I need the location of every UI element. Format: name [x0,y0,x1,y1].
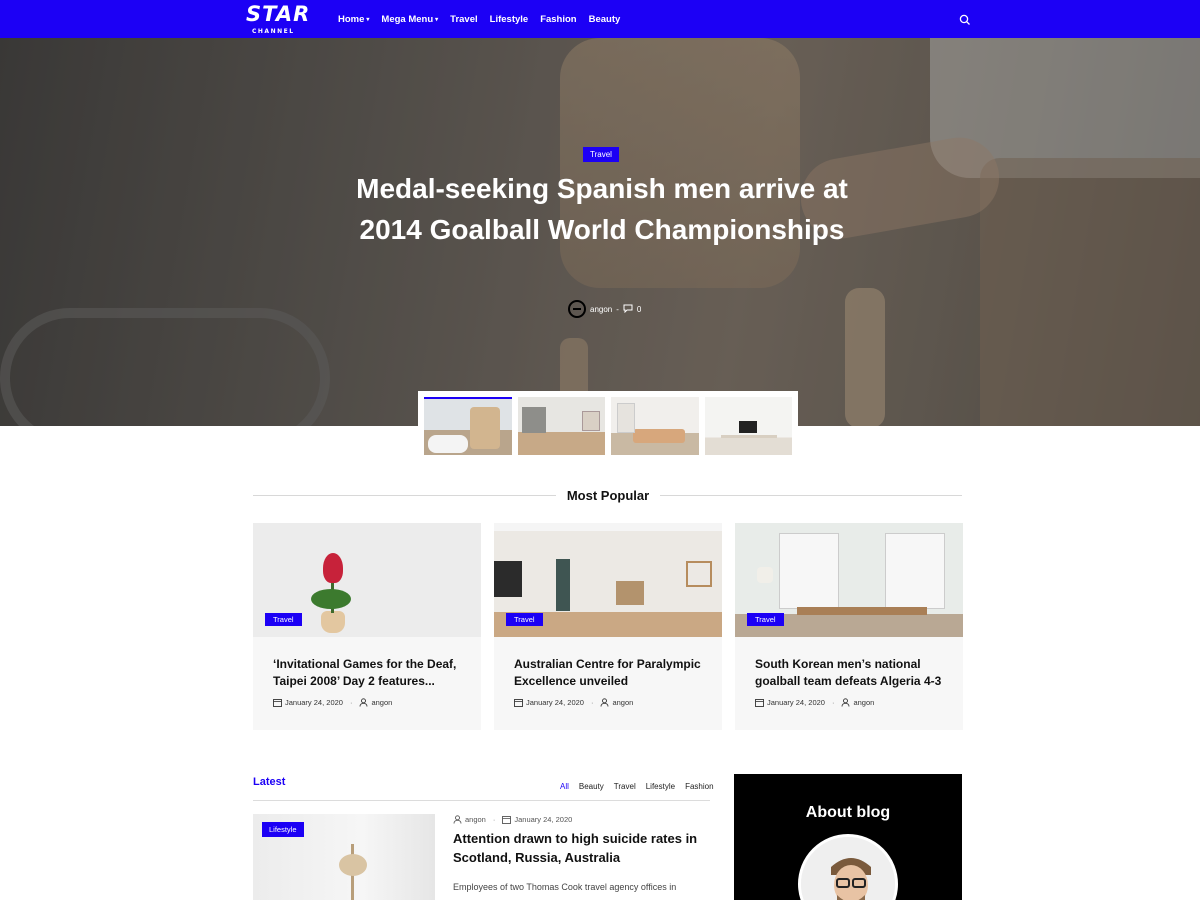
nav-label: Travel [450,13,478,25]
nav-item-lifestyle[interactable]: Lifestyle [490,14,529,25]
about-blog-title: About blog [805,804,891,821]
calendar-icon [755,698,764,707]
latest-post-title[interactable]: Attention drawn to high suicide rates in… [453,829,713,867]
hero-thumbnail-4[interactable] [704,397,792,455]
popular-card-title[interactable]: South Korean men’s national goalball tea… [755,656,951,690]
latest-filter-tabs: All Beauty Travel Lifestyle Fashion [560,782,714,791]
meta-separator: · [349,698,353,707]
user-icon [600,698,609,707]
comment-icon [623,304,633,315]
card-date: January 24, 2020 [767,698,825,707]
meta-separator: · [831,698,835,707]
card-meta: January 24, 2020 · angon [273,698,392,707]
nav-label: Home [338,13,365,25]
category-badge[interactable]: Travel [747,613,784,626]
chevron-down-icon: ▾ [435,16,439,23]
category-badge[interactable]: Travel [506,613,543,626]
card-author[interactable]: angon [853,698,874,707]
logo-subtext: CHANNEL [252,28,295,35]
hero-meta-separator: - [616,304,619,314]
avatar [798,834,898,900]
search-icon[interactable] [958,12,972,26]
card-meta: January 24, 2020 · angon [514,698,633,707]
author-avatar[interactable] [568,300,586,318]
popular-card-2: Travel Australian Centre for Paralympic … [494,523,722,730]
logo-text: STAR [246,2,311,26]
site-logo[interactable]: STAR CHANNEL [246,2,320,38]
hero-thumbnail-2[interactable] [517,397,605,455]
latest-divider [253,800,710,801]
section-divider [660,495,962,496]
calendar-icon [502,815,512,824]
main-nav: Home ▾ Mega Menu ▾ Travel Lifestyle Fash… [338,0,620,38]
about-blog-widget: About blog [734,774,962,900]
most-popular-title: Most Popular [566,488,650,503]
site-header: STAR CHANNEL Home ▾ Mega Menu ▾ Travel L… [0,0,1200,38]
section-divider [253,495,556,496]
popular-card-3: Travel South Korean men’s national goalb… [735,523,963,730]
card-author[interactable]: angon [612,698,633,707]
nav-label: Beauty [588,13,621,25]
post-author[interactable]: angon [465,815,486,824]
user-icon [453,815,462,824]
popular-card-1: Travel ‘Invitational Games for the Deaf,… [253,523,481,730]
chevron-down-icon: ▾ [366,16,370,23]
hero-thumbnail-1[interactable] [424,397,512,455]
tab-lifestyle[interactable]: Lifestyle [646,782,675,791]
tab-all[interactable]: All [560,782,569,791]
nav-item-mega-menu[interactable]: Mega Menu ▾ [381,14,438,25]
hero-comment-count[interactable]: 0 [637,305,641,314]
hero-title[interactable]: Medal-seeking Spanish men arrive at 2014… [350,168,854,250]
category-badge[interactable]: Travel [265,613,302,626]
tab-fashion[interactable]: Fashion [685,782,713,791]
hero-slider: Travel Medal-seeking Spanish men arrive … [0,38,1200,426]
meta-separator: · [590,698,594,707]
tab-travel[interactable]: Travel [614,782,636,791]
calendar-icon [514,698,523,707]
nav-label: Fashion [540,13,577,25]
latest-post-excerpt: Employees of two Thomas Cook travel agen… [453,882,677,892]
popular-card-title[interactable]: Australian Centre for Paralympic Excelle… [514,656,710,690]
card-author[interactable]: angon [371,698,392,707]
nav-item-beauty[interactable]: Beauty [589,14,621,25]
post-date: January 24, 2020 [514,815,573,824]
user-icon [841,698,850,707]
hero-thumbnail-3[interactable] [611,397,699,455]
popular-card-title[interactable]: ‘Invitational Games for the Deaf, Taipei… [273,656,469,690]
hero-meta: angon - 0 [568,300,641,318]
category-badge[interactable]: Lifestyle [262,822,304,837]
nav-item-home[interactable]: Home ▾ [338,14,369,25]
hero-category-badge[interactable]: Travel [583,147,619,162]
nav-label: Mega Menu [381,13,434,25]
hero-thumbnails [418,391,798,459]
nav-item-fashion[interactable]: Fashion [540,14,576,25]
nav-label: Lifestyle [489,13,529,25]
nav-item-travel[interactable]: Travel [450,14,477,25]
calendar-icon [273,698,282,707]
card-date: January 24, 2020 [526,698,584,707]
latest-post-meta: angon · January 24, 2020 [453,815,572,824]
hero-author[interactable]: angon [590,305,612,314]
card-meta: January 24, 2020 · angon [755,698,874,707]
latest-title: Latest [253,776,286,788]
meta-separator: · [492,815,496,824]
tab-beauty[interactable]: Beauty [579,782,604,791]
user-icon [359,698,368,707]
card-date: January 24, 2020 [285,698,343,707]
